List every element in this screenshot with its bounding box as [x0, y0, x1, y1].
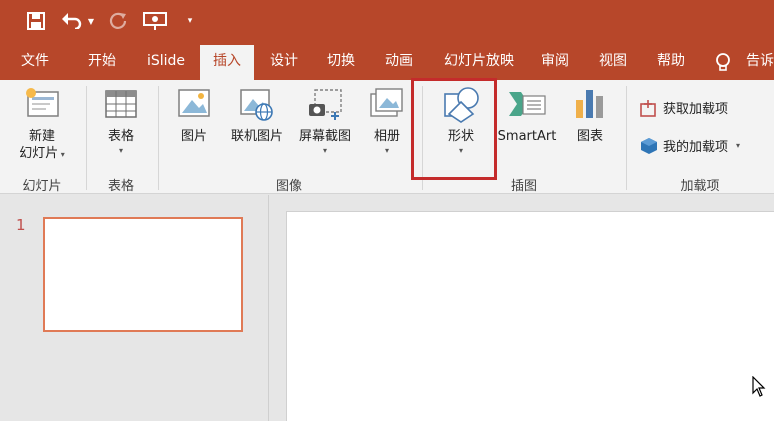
group-separator [626, 86, 627, 190]
group-label-images: 图像 [275, 179, 302, 194]
photo-album-dropdown-icon: ▾ [384, 146, 389, 155]
tab-file[interactable]: 文件 [10, 42, 60, 80]
ribbon: 新建 幻灯片 ▾ 幻灯片 表格 ▾ 表格 图片 联机图片 屏幕截图 ▾ 相册 ▾… [0, 80, 774, 194]
get-addins-button[interactable]: 获取加载项 [640, 98, 728, 117]
group-label-addins: 加载项 [680, 179, 720, 194]
tab-design[interactable]: 设计 [260, 42, 308, 80]
group-separator [86, 86, 87, 190]
smartart-button[interactable]: SmartArt [492, 84, 562, 145]
group-label-tables: 表格 [107, 179, 134, 194]
picture-label: 图片 [180, 129, 207, 144]
tab-insert[interactable]: 插入 [200, 45, 254, 80]
online-picture-label: 联机图片 [230, 129, 283, 144]
my-addins-icon [640, 137, 658, 155]
tab-slideshow[interactable]: 幻灯片放映 [436, 42, 522, 80]
chart-label: 图表 [576, 129, 603, 144]
undo-dropdown-icon[interactable]: ▼ [86, 8, 96, 34]
group-label-slides: 幻灯片 [22, 179, 62, 194]
group-separator [158, 86, 159, 190]
smartart-label: SmartArt [497, 129, 557, 144]
my-addins-label: 我的加载项 [663, 140, 729, 155]
customize-qat-icon[interactable]: ▾ [184, 8, 196, 34]
screenshot-dropdown-icon: ▾ [322, 146, 327, 155]
slideshow-icon[interactable] [140, 8, 170, 34]
screenshot-button[interactable]: 屏幕截图 ▾ [292, 84, 358, 157]
lightbulb-icon[interactable] [712, 51, 734, 73]
chart-button[interactable]: 图表 [566, 84, 614, 145]
store-icon [640, 99, 658, 117]
tab-animations[interactable]: 动画 [374, 42, 424, 80]
new-slide-button[interactable]: 新建 幻灯片 ▾ [10, 84, 74, 162]
table-dropdown-icon: ▾ [118, 146, 123, 155]
my-addins-button[interactable]: 我的加载项 ▾ [640, 136, 740, 155]
tab-home[interactable]: 开始 [76, 42, 128, 80]
photo-album-icon [367, 84, 407, 124]
mouse-cursor-icon [752, 375, 766, 398]
ribbon-tabs: 文件 开始 iSlide 插入 设计 切换 动画 幻灯片放映 审阅 视图 帮助 … [0, 42, 774, 80]
tab-transitions[interactable]: 切换 [316, 42, 366, 80]
tab-tell-me[interactable]: 告诉 [740, 42, 774, 80]
table-icon [101, 84, 141, 124]
slide-canvas[interactable] [286, 211, 774, 421]
new-slide-label-2: 幻灯片 ▾ [19, 146, 65, 161]
my-addins-dropdown-icon[interactable]: ▾ [736, 140, 740, 152]
new-slide-label-1: 新建 [28, 129, 55, 144]
picture-button[interactable]: 图片 [166, 84, 222, 145]
online-picture-button[interactable]: 联机图片 [224, 84, 290, 145]
redo-icon[interactable] [106, 8, 130, 34]
tab-review[interactable]: 审阅 [532, 42, 578, 80]
online-picture-icon [237, 84, 277, 124]
chart-icon [570, 84, 610, 124]
slide-thumbnail[interactable] [43, 217, 243, 332]
tab-help[interactable]: 帮助 [648, 42, 694, 80]
photo-album-label: 相册 [373, 129, 400, 144]
save-icon[interactable] [24, 8, 48, 34]
get-addins-label: 获取加载项 [663, 102, 729, 117]
tab-islide[interactable]: iSlide [138, 42, 194, 80]
new-slide-icon [22, 84, 62, 124]
slide-number: 1 [16, 216, 26, 234]
smartart-icon [507, 84, 547, 124]
highlight-box [411, 78, 497, 180]
photo-album-button[interactable]: 相册 ▾ [362, 84, 412, 157]
undo-icon[interactable] [60, 8, 84, 34]
screenshot-label: 屏幕截图 [298, 129, 351, 144]
screenshot-icon [305, 84, 345, 124]
tab-view[interactable]: 视图 [590, 42, 636, 80]
quick-access-toolbar: ▼ ▾ [0, 0, 774, 42]
picture-icon [174, 84, 214, 124]
table-button[interactable]: 表格 ▾ [92, 84, 150, 157]
table-label: 表格 [107, 129, 134, 144]
